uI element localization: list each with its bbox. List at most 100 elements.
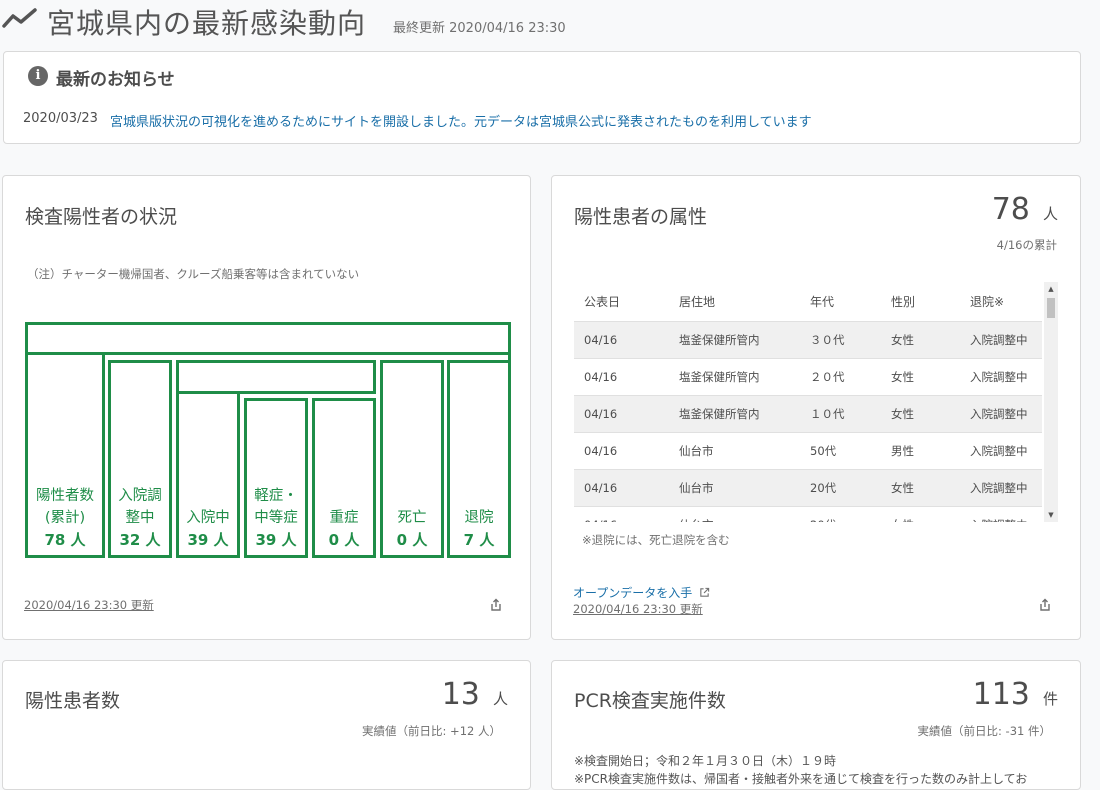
count-unit: 人: [492, 690, 508, 708]
cell-date: 04/16: [574, 321, 669, 359]
branch-connector: [102, 352, 511, 360]
cell-age: 50代: [800, 432, 881, 470]
cell-status: 入院調整中: [960, 395, 1042, 433]
cell-residence: 仙台市: [669, 469, 800, 507]
share-icon[interactable]: [489, 598, 503, 612]
column-header[interactable]: 性別: [881, 282, 960, 322]
info-icon: i: [28, 66, 48, 86]
box-discharged: 退院 7 人: [447, 360, 511, 558]
patient-table: 公表日 居住地 年代 性別 退院※ 04/16 塩釜保健所管内 ３０代 女性 入…: [574, 282, 1042, 522]
news-date: 2020/03/23: [23, 111, 98, 126]
cell-date: 04/16: [574, 432, 669, 470]
cell-residence: 塩釜保健所管内: [669, 358, 800, 396]
cell-age: 20代: [800, 506, 881, 522]
open-data-link[interactable]: オープンデータを入手: [573, 584, 710, 601]
column-header[interactable]: 退院※: [960, 282, 1042, 322]
cell-status: 入院調整中: [960, 432, 1042, 470]
positive-count-card: 陽性患者数 13 人 実績値（前日比: +12 人）: [2, 660, 531, 790]
box-mild: 軽症・ 中等症 39 人: [244, 398, 308, 558]
hospitalized-top-bar: [176, 360, 376, 394]
pcr-count-card: PCR検査実施件数 113 件 実績値（前日比: -31 件） ※検査開始日；令…: [551, 660, 1081, 790]
positive-top-bar: [25, 322, 511, 355]
box-adjusting: 入院調 整中 32 人: [108, 360, 172, 558]
column-header[interactable]: 年代: [800, 282, 881, 322]
table-row: 04/16 仙台市 50代 男性 入院調整中: [574, 432, 1042, 470]
table-row: 04/16 塩釜保健所管内 １０代 女性 入院調整中: [574, 395, 1042, 433]
column-header[interactable]: 公表日: [574, 282, 669, 322]
scroll-down-arrow-icon[interactable]: ▼: [1044, 510, 1058, 520]
cell-date: 04/16: [574, 469, 669, 507]
card-title: 陽性患者数: [25, 690, 121, 712]
label-severe: 重症: [329, 510, 359, 526]
table-note: ※退院には、死亡退院を含む: [582, 533, 730, 547]
cell-residence: 塩釜保健所管内: [669, 395, 800, 433]
scroll-up-arrow-icon[interactable]: ▲: [1044, 284, 1058, 294]
cell-sex: 女性: [881, 358, 960, 396]
label-discharged: 退院: [464, 510, 494, 526]
label-adjusting-1: 入院調: [118, 488, 162, 504]
value-death: 0 人: [396, 531, 428, 549]
count-value: 113: [972, 677, 1030, 712]
cell-age: １０代: [800, 395, 881, 433]
cell-sex: 女性: [881, 395, 960, 433]
cell-sex: 女性: [881, 321, 960, 359]
label-mild-2: 中等症: [254, 510, 298, 526]
cell-sex: 女性: [881, 506, 960, 522]
value-hospitalized: 39 人: [187, 531, 229, 549]
cell-sex: 男性: [881, 432, 960, 470]
table-row: 04/16 仙台市 20代 女性 入院調整中: [574, 469, 1042, 507]
value-adjusting: 32 人: [119, 531, 161, 549]
label-death: 死亡: [397, 510, 427, 526]
box-hospitalized: 入院中 39 人: [176, 391, 240, 558]
open-data-label: オープンデータを入手: [573, 586, 693, 600]
cell-sex: 女性: [881, 469, 960, 507]
cell-date: 04/16: [574, 506, 669, 522]
pcr-count-value: 113 件: [973, 677, 1058, 712]
card-note: （注）チャーター機帰国者、クルーズ船乗客等は含まれていない: [27, 267, 360, 281]
cell-age: 20代: [800, 469, 881, 507]
cell-date: 04/16: [574, 395, 669, 433]
value-positive: 78 人: [44, 531, 86, 549]
cell-residence: 塩釜保健所管内: [669, 321, 800, 359]
count-value: 13: [441, 677, 480, 712]
box-death: 死亡 0 人: [380, 360, 444, 558]
update-timestamp: 2020/04/16 23:30 更新: [573, 602, 703, 616]
count-caption: 実績値（前日比: +12 人）: [362, 724, 501, 738]
cell-residence: 仙台市: [669, 506, 800, 522]
update-timestamp: 2020/04/16 23:30 更新: [24, 598, 154, 612]
card-title: 陽性患者の属性: [574, 206, 708, 228]
label-positive: 陽性者数: [36, 488, 94, 504]
pcr-note-2: ※PCR検査実施件数は、帰国者・接触者外来を通じて検査を行った数のみ計上してお: [574, 772, 1028, 786]
table-scrollbar[interactable]: ▲ ▼: [1044, 282, 1058, 522]
total-count: 78 人: [992, 192, 1058, 227]
total-caption: 4/16の累計: [996, 238, 1057, 252]
page-header: 宮城県内の最新感染動向 最終更新 2020/04/16 23:30: [0, 0, 1100, 44]
status-flow-diagram: 陽性者数 (累計) 78 人 入院調 整中 32 人 入院中 39 人 軽症・ …: [25, 322, 513, 558]
last-update-text: 最終更新 2020/04/16 23:30: [393, 21, 566, 36]
value-severe: 0 人: [328, 531, 360, 549]
table-header-row: 公表日 居住地 年代 性別 退院※: [574, 282, 1042, 322]
card-title: PCR検査実施件数: [574, 690, 726, 712]
table-row: 04/16 塩釜保健所管内 ２０代 女性 入院調整中: [574, 358, 1042, 396]
card-title: 検査陽性者の状況: [25, 206, 178, 228]
inspection-status-card: 検査陽性者の状況 （注）チャーター機帰国者、クルーズ船乗客等は含まれていない 陽…: [2, 175, 531, 640]
news-panel: i 最新のお知らせ 2020/03/23 宮城県版状況の可視化を進めるためにサイ…: [3, 51, 1081, 144]
patient-table-container[interactable]: 公表日 居住地 年代 性別 退院※ 04/16 塩釜保健所管内 ３０代 女性 入…: [574, 282, 1060, 522]
label-hospitalized: 入院中: [186, 510, 230, 526]
cell-age: ３０代: [800, 321, 881, 359]
cell-residence: 仙台市: [669, 432, 800, 470]
news-title: 最新のお知らせ: [56, 70, 175, 90]
label-positive-cumulative: (累計): [44, 510, 86, 526]
count-unit: 件: [1042, 690, 1058, 708]
column-header[interactable]: 居住地: [669, 282, 800, 322]
share-icon[interactable]: [1038, 598, 1052, 612]
value-mild: 39 人: [255, 531, 297, 549]
news-link[interactable]: 宮城県版状況の可視化を進めるためにサイトを開設しました。元データは宮城県公式に発…: [110, 111, 812, 130]
positive-count-value: 13 人: [442, 677, 508, 712]
pcr-note-1: ※検査開始日；令和２年１月３０日（木）１９時: [574, 754, 837, 768]
cell-status: 入院調整中: [960, 469, 1042, 507]
external-link-icon: [700, 587, 710, 597]
total-unit: 人: [1042, 205, 1058, 223]
scroll-thumb[interactable]: [1047, 298, 1055, 318]
table-row: 04/16 仙台市 20代 女性 入院調整中: [574, 506, 1042, 522]
